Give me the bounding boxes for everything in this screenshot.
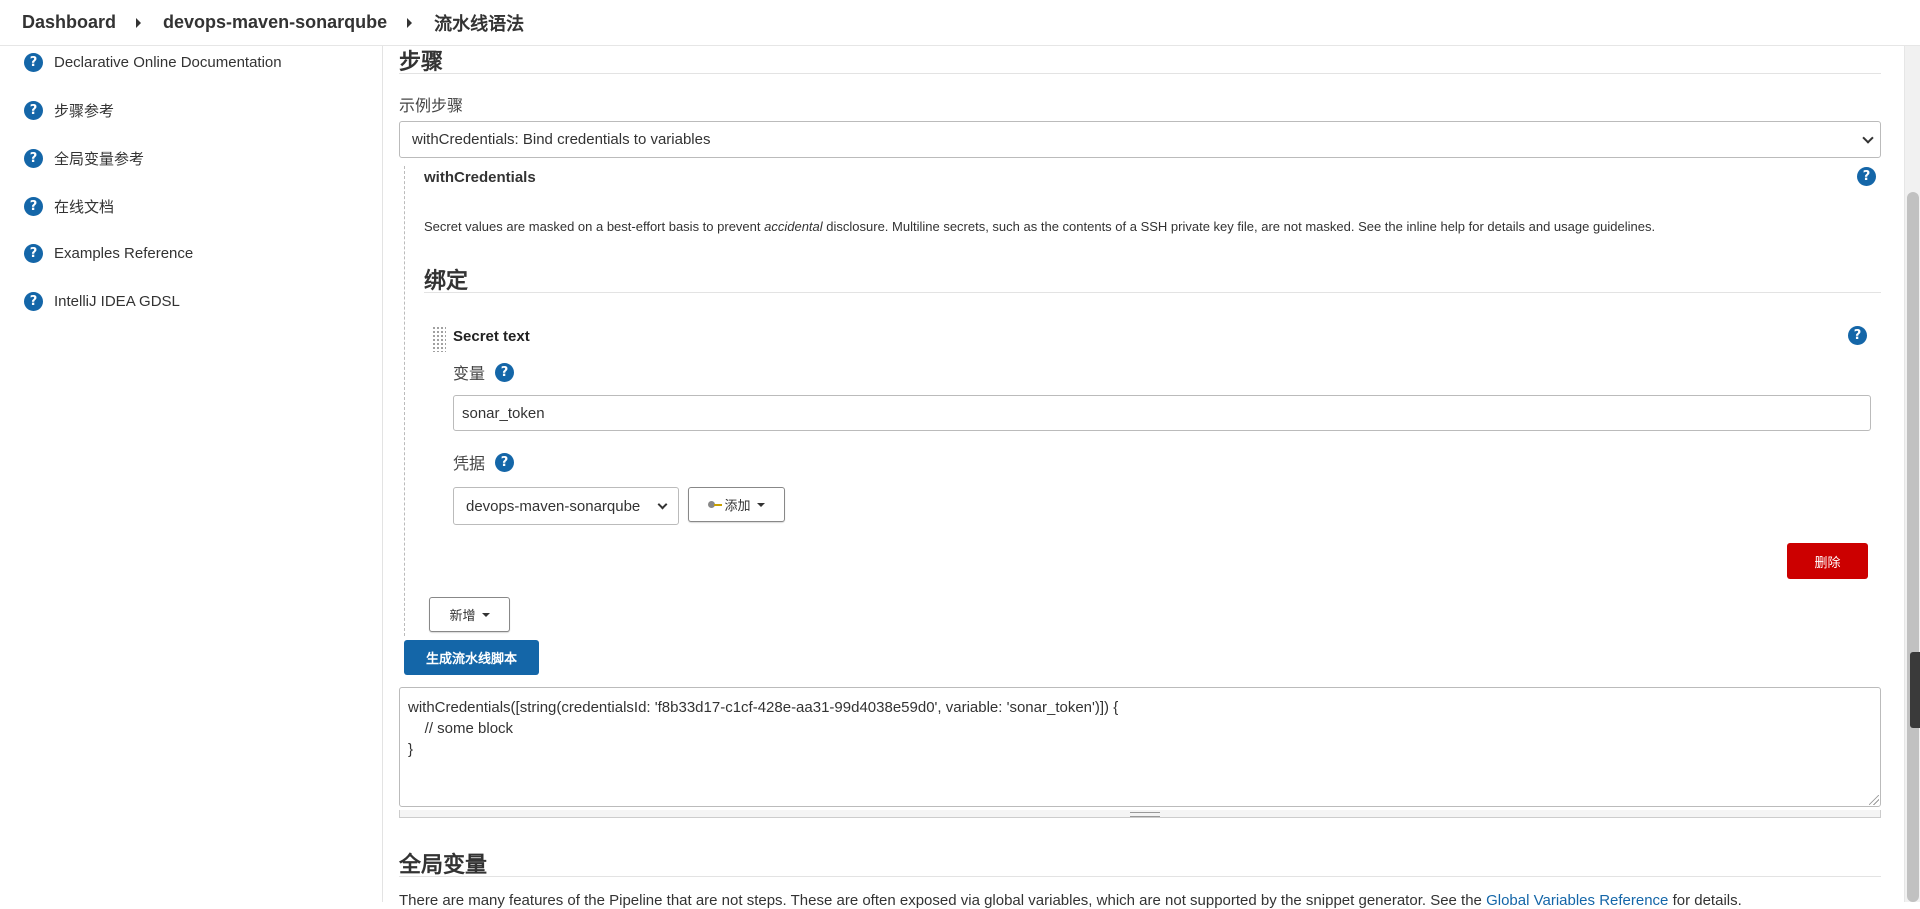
- bindings-divider: [424, 292, 1881, 293]
- help-icon: ?: [24, 292, 43, 311]
- help-icon[interactable]: ?: [1857, 167, 1876, 186]
- binding-title: Secret text: [453, 328, 530, 345]
- credentials-label: 凭据 ?: [453, 450, 515, 474]
- resize-handle-icon[interactable]: [1869, 795, 1879, 805]
- variable-label: 变量 ?: [453, 360, 515, 384]
- sidebar-item-label: 全局变量参考: [54, 151, 145, 168]
- sidebar: ? Declarative Online Documentation ? 步骤参…: [0, 46, 383, 902]
- caret-down-icon: [756, 502, 765, 507]
- chevron-down-icon: [1862, 132, 1874, 144]
- global-divider: [399, 876, 1881, 877]
- help-icon: ?: [24, 244, 43, 263]
- generate-script-button[interactable]: 生成流水线脚本: [404, 640, 539, 675]
- breadcrumb-job[interactable]: devops-maven-sonarqube: [163, 12, 387, 33]
- credentials-select[interactable]: devops-maven-sonarqube: [453, 487, 679, 525]
- page-scrollbar[interactable]: [1904, 46, 1920, 902]
- steps-heading: 步骤: [399, 49, 444, 74]
- credentials-label-text: 凭据: [453, 456, 486, 473]
- caret-down-icon: [481, 612, 490, 617]
- generated-script-textarea[interactable]: withCredentials([string(credentialsId: '…: [399, 687, 1881, 807]
- breadcrumb-dashboard[interactable]: Dashboard: [22, 12, 116, 33]
- global-variables-text: There are many features of the Pipeline …: [399, 892, 1742, 909]
- drag-handle-icon[interactable]: [432, 326, 446, 352]
- breadcrumb: Dashboard devops-maven-sonarqube 流水线语法: [0, 0, 1920, 46]
- add-credentials-label: 添加: [724, 498, 751, 513]
- sidebar-item-online-docs[interactable]: ? 在线文档: [24, 196, 114, 217]
- help-icon: ?: [24, 197, 43, 216]
- delete-binding-button[interactable]: 删除: [1787, 543, 1868, 579]
- side-widget[interactable]: [1910, 652, 1920, 728]
- sample-step-selected: withCredentials: Bind credentials to var…: [412, 131, 711, 148]
- step-description-text: Secret values are masked on a best-effor…: [424, 219, 765, 234]
- step-description: Secret values are masked on a best-effor…: [424, 219, 1655, 234]
- breadcrumb-separator-icon[interactable]: [407, 17, 413, 28]
- sidebar-item-label: Examples Reference: [54, 245, 194, 262]
- sidebar-item-label: Declarative Online Documentation: [54, 54, 282, 71]
- help-icon[interactable]: ?: [495, 362, 515, 382]
- key-icon: [708, 500, 723, 509]
- sidebar-item-global-variable-reference[interactable]: ? 全局变量参考: [24, 148, 144, 169]
- sample-step-select[interactable]: withCredentials: Bind credentials to var…: [399, 121, 1881, 158]
- sidebar-item-intellij-gdsl[interactable]: ? IntelliJ IDEA GDSL: [24, 292, 180, 311]
- variable-label-text: 变量: [453, 366, 486, 383]
- breadcrumb-separator-icon[interactable]: [136, 17, 142, 28]
- help-icon: ?: [24, 149, 43, 168]
- sidebar-item-declarative-docs[interactable]: ? Declarative Online Documentation: [24, 53, 282, 72]
- scrollbar-thumb[interactable]: [1907, 192, 1919, 902]
- add-credentials-button[interactable]: 添加: [688, 487, 785, 522]
- sidebar-item-examples-reference[interactable]: ? Examples Reference: [24, 244, 193, 263]
- credentials-selected: devops-maven-sonarqube: [466, 497, 641, 515]
- global-text: There are many features of the Pipeline …: [399, 892, 1487, 909]
- variable-input[interactable]: [453, 395, 1871, 431]
- sidebar-item-label: IntelliJ IDEA GDSL: [54, 293, 180, 310]
- help-icon[interactable]: ?: [495, 452, 515, 472]
- step-title: withCredentials: [424, 169, 536, 186]
- sidebar-item-label: 步骤参考: [54, 103, 115, 120]
- breadcrumb-pipeline-syntax[interactable]: 流水线语法: [434, 10, 524, 36]
- step-description-emphasis: accidental: [764, 219, 823, 234]
- step-description-text: disclosure. Multiline secrets, such as t…: [822, 219, 1656, 234]
- add-binding-label: 新增: [449, 608, 476, 623]
- textarea-resize-bar[interactable]: [399, 810, 1881, 818]
- chevron-down-icon: [657, 499, 668, 510]
- step-config-border: [404, 166, 405, 636]
- global-variables-heading: 全局变量: [399, 852, 488, 877]
- steps-divider: [399, 73, 1881, 74]
- help-icon[interactable]: ?: [1848, 326, 1867, 345]
- bindings-heading: 绑定: [424, 268, 469, 293]
- add-binding-button[interactable]: 新增: [429, 597, 510, 632]
- sidebar-item-step-reference[interactable]: ? 步骤参考: [24, 100, 114, 121]
- global-text: for details.: [1668, 892, 1742, 909]
- main-content: 步骤 示例步骤 withCredentials: Bind credential…: [384, 0, 1904, 909]
- sidebar-item-label: 在线文档: [54, 199, 115, 216]
- sample-step-label: 示例步骤: [399, 98, 464, 115]
- global-variables-reference-link[interactable]: Global Variables Reference: [1486, 892, 1668, 909]
- help-icon: ?: [24, 53, 43, 72]
- help-icon: ?: [24, 101, 43, 120]
